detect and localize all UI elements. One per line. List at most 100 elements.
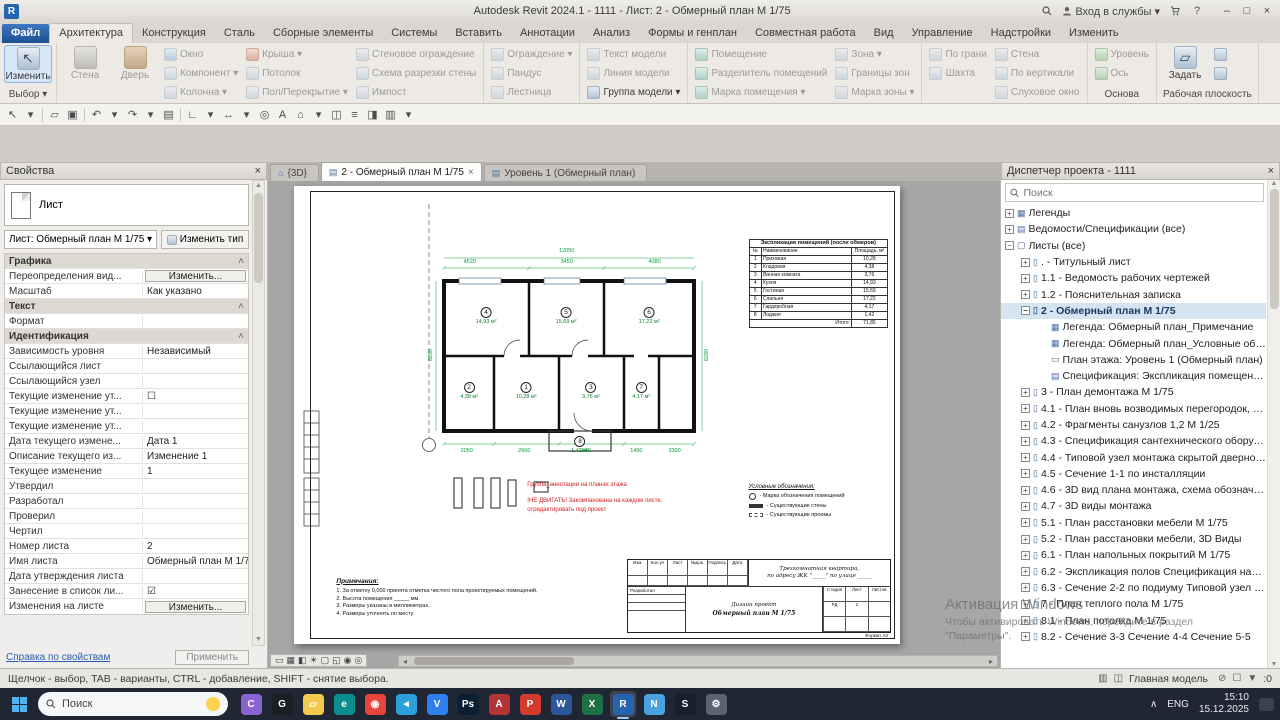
window-button[interactable]: Окно [161, 45, 241, 64]
toolbar-icon[interactable]: ▱ [46, 106, 63, 124]
model-text-button[interactable]: Текст модели [584, 45, 683, 64]
toolbar-icon[interactable]: ▥ [382, 106, 399, 124]
browser-tree-item[interactable]: + ▯ 8.2 - Сечение 3-3 Сечение 4-4 Сечени… [1001, 629, 1266, 645]
tree-expander-icon[interactable]: + [1021, 469, 1030, 478]
taskbar-app-icon[interactable]: V [424, 691, 450, 717]
property-row[interactable]: Ссылающийся узел [5, 374, 248, 389]
notification-icon[interactable] [1259, 698, 1274, 711]
browser-tree-item[interactable]: ▤ Спецификация: Экспликация помещений (п [1001, 368, 1266, 384]
browser-tree-item[interactable]: ▭ План этажа: Уровень 1 (Обмерный план) [1001, 352, 1266, 368]
tree-expander-icon[interactable]: + [1021, 616, 1030, 625]
ribbon-tab[interactable]: Совместная работа [746, 24, 865, 43]
taskbar-app-icon[interactable]: ▱ [300, 691, 326, 717]
ribbon-tab[interactable]: Вид [865, 24, 903, 43]
instance-combo[interactable]: Лист: Обмерный план М 1/75 ▾ [4, 230, 157, 249]
model-line-button[interactable]: Линия модели [584, 64, 683, 83]
property-row[interactable]: Дата утверждения листа [5, 569, 248, 584]
ribbon-tab[interactable]: Файл [2, 24, 49, 43]
tree-expander-icon[interactable]: + [1021, 453, 1030, 462]
tree-expander-icon[interactable]: + [1005, 225, 1014, 234]
panel-title-workplane[interactable]: Рабочая плоскость [1157, 88, 1258, 103]
tree-expander-icon[interactable]: − [1005, 241, 1014, 250]
tree-expander-icon[interactable]: + [1021, 404, 1030, 413]
opening-by-face-button[interactable]: По грани [926, 45, 989, 64]
vertical-opening-button[interactable]: По вертикали [992, 64, 1083, 83]
toolbar-icon[interactable]: ↷ [124, 106, 141, 124]
toolbar-icon[interactable] [82, 106, 87, 124]
view-control-icon[interactable]: ▢ [321, 655, 330, 666]
design-option-label[interactable]: Главная модель [1129, 673, 1208, 685]
toolbar-icon[interactable]: ⌂ [292, 106, 309, 124]
view-control-icon[interactable]: ▭ [275, 655, 284, 666]
taskbar-app-icon[interactable]: S [672, 691, 698, 717]
toolbar-icon[interactable]: ▾ [202, 106, 219, 124]
ribbon-tab[interactable]: Вставить [446, 24, 511, 43]
browser-tree-item[interactable]: + ▯ 7 - План теплого пола М 1/75 [1001, 596, 1266, 612]
close-button[interactable]: × [1260, 5, 1274, 17]
property-row[interactable]: Текущие изменение ут... [5, 404, 248, 419]
browser-tree-item[interactable]: + ▯ 4.6 - 3D вид плана монтажа, схема об… [1001, 482, 1266, 498]
view-control-icon[interactable]: ◉ [344, 655, 352, 666]
tree-expander-icon[interactable]: + [1021, 583, 1030, 592]
floor-button[interactable]: Пол/Перекрытие ▾ [243, 83, 351, 102]
taskbar-app-icon[interactable]: X [579, 691, 605, 717]
cart-icon[interactable] [1168, 4, 1182, 18]
toolbar-icon[interactable]: ◨ [364, 106, 381, 124]
browser-tree-item[interactable]: + ▯ 4.3 - Спецификация сантехнического о… [1001, 433, 1266, 449]
model-group-button[interactable]: Группа модели ▾ [584, 83, 683, 102]
panel-title-select[interactable]: Выбор ▾ [0, 88, 56, 103]
taskbar-app-icon[interactable]: G [269, 691, 295, 717]
property-row[interactable]: Графика ˄ [5, 254, 248, 269]
sign-in-button[interactable]: Вход в службы ▾ [1062, 5, 1160, 18]
browser-tree-item[interactable]: + ▯ 6.3 - Сечение 2-2 по подиуму Типовой… [1001, 580, 1266, 596]
level-button[interactable]: Уровень [1092, 45, 1153, 64]
browser-tree-item[interactable]: + ▯ 5.2 - План расстановки мебели, 3D Ви… [1001, 531, 1266, 547]
toolbar-icon[interactable]: ▾ [106, 106, 123, 124]
railing-button[interactable]: Ограждение ▾ [488, 45, 575, 64]
maximize-button[interactable]: □ [1240, 5, 1254, 17]
ribbon-tab[interactable]: Сборные элементы [264, 24, 382, 43]
taskbar-app-icon[interactable]: Ps [455, 691, 481, 717]
browser-scrollbar[interactable]: ▲▼ [1267, 180, 1280, 668]
tree-expander-icon[interactable] [1039, 355, 1048, 364]
tree-expander-icon[interactable] [1039, 323, 1048, 332]
door-button[interactable]: Дверь [111, 45, 159, 81]
column-button[interactable]: Колонна ▾ [161, 83, 241, 102]
property-row[interactable]: Дата текущего измене... Дата 1 [5, 434, 248, 449]
area-boundary-button[interactable]: Границы зон [832, 64, 917, 83]
browser-tree-item[interactable]: + ▯ 1.1 - Ведомость рабочих чертежей [1001, 270, 1266, 286]
language-indicator[interactable]: ENG [1167, 699, 1189, 710]
browser-header[interactable]: Диспетчер проекта - 1111 × [1001, 162, 1280, 180]
taskbar-app-icon[interactable]: C [238, 691, 264, 717]
ribbon-tab[interactable]: Формы и генплан [639, 24, 746, 43]
toolbar-icon[interactable]: ▾ [238, 106, 255, 124]
property-row[interactable]: Описание текущего из... Изменение 1 [5, 449, 248, 464]
toolbar-icon[interactable]: ≡ [346, 106, 363, 124]
ribbon-tab[interactable]: Архитектура [49, 23, 133, 43]
toolbar-icon[interactable]: ∟ [184, 106, 201, 124]
toolbar-icon[interactable]: ↶ [88, 106, 105, 124]
worksets-icon[interactable]: ▥ [1098, 673, 1107, 684]
room-separator-button[interactable]: Разделитель помещений [692, 64, 830, 83]
clock[interactable]: 15:10 15.12.2025 [1199, 692, 1249, 717]
tree-expander-icon[interactable]: + [1021, 567, 1030, 576]
tree-expander-icon[interactable]: + [1021, 290, 1030, 299]
property-row[interactable]: Текущие изменение ут... [5, 419, 248, 434]
wall-opening-button[interactable]: Стена [992, 45, 1083, 64]
browser-tree-item[interactable]: + ▯ 6.1 - План напольных покрытий М 1/75 [1001, 547, 1266, 563]
properties-header[interactable]: Свойства × [0, 162, 267, 180]
tree-expander-icon[interactable]: + [1021, 274, 1030, 283]
browser-tree-item[interactable]: ▦ Легенда: Обмерный план_Примечание [1001, 319, 1266, 335]
drawing-canvas[interactable]: 4 14,93 м² 5 15,69 м² 6 17,22 м² [268, 181, 1000, 668]
toolbar-icon[interactable]: A [274, 106, 291, 124]
browser-tree-item[interactable]: + ▯ 4.7 - 3D виды монтажа [1001, 498, 1266, 514]
area-button[interactable]: Зона ▾ [832, 45, 917, 64]
toolbar-icon[interactable]: ▾ [22, 106, 39, 124]
property-row[interactable]: Разработал [5, 494, 248, 509]
taskbar-app-icon[interactable]: ⚙ [703, 691, 729, 717]
property-row[interactable]: Идентификация ˄ [5, 329, 248, 344]
property-row[interactable]: Текущие изменение ут... ☐ [5, 389, 248, 404]
curtain-grid-button[interactable]: Схема разрезки стены [353, 64, 479, 83]
properties-close-icon[interactable]: × [255, 165, 261, 177]
ribbon-tab[interactable]: Надстройки [982, 24, 1060, 43]
